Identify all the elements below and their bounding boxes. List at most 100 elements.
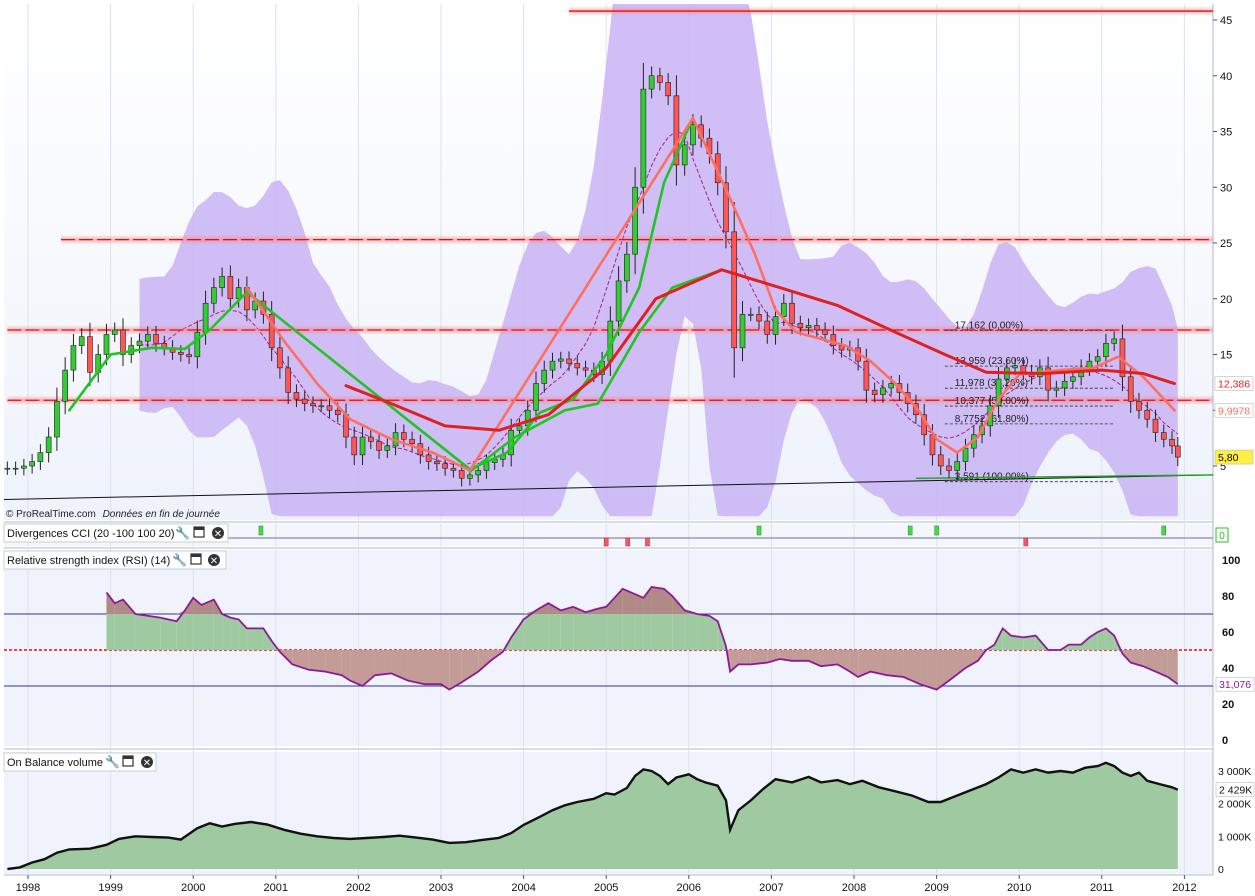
obv-tick-label: 2 000K [1218, 799, 1251, 811]
candle-body [888, 383, 894, 389]
candle-body [1152, 418, 1159, 433]
cci-title: Divergences CCI (20 -100 100 20) [7, 528, 175, 540]
candle-body [120, 329, 126, 355]
cci-bear-signal [645, 537, 650, 547]
candle-body [954, 461, 961, 471]
rsi-axis: 0 20 40 60 80 100 31,076 [1215, 555, 1255, 747]
candle-body [4, 467, 11, 470]
year-label: 1999 [98, 882, 122, 894]
obv-last-value: 2 429K [1219, 785, 1252, 797]
cci-bear-signal [603, 537, 609, 547]
candle-body [814, 325, 820, 331]
candle-body [1127, 376, 1134, 402]
candle-body [54, 401, 60, 438]
candle-body [367, 436, 374, 442]
candle-body [1174, 445, 1181, 458]
price-last-values: 12,386 9,9978 5,80 [1214, 376, 1254, 465]
candle-body [29, 461, 35, 467]
rsi-fill-segment [697, 614, 710, 650]
candle-body [1053, 387, 1060, 391]
svg-text:✕: ✕ [143, 758, 151, 769]
obv-title: On Balance volume [7, 757, 103, 769]
price-tick-label: 40 [1220, 71, 1232, 83]
candle-body [739, 314, 746, 349]
cci-bear-signal [625, 537, 630, 547]
svg-text:✕: ✕ [210, 556, 218, 567]
candle-body [1160, 432, 1167, 440]
candle-body [1103, 343, 1109, 358]
year-label: 2008 [842, 882, 866, 894]
rsi-fill-segment [160, 617, 177, 650]
candle-body [582, 367, 589, 371]
year-label: 2007 [759, 882, 783, 894]
candle-body [45, 436, 52, 453]
candle-body [425, 454, 432, 462]
candle-body [78, 336, 85, 346]
time-axis: 1998 1999 2000 2001 2002 2003 2004 2005 2006 2007… [16, 875, 1197, 894]
year-label: 2004 [511, 882, 535, 894]
candle-body [301, 398, 308, 404]
candle-body [574, 363, 581, 369]
rsi-tick-label: 20 [1222, 699, 1234, 711]
candle-body [178, 351, 184, 355]
candle-body [747, 314, 754, 316]
year-label: 2000 [181, 882, 205, 894]
wrench-icon[interactable]: 🔧 [175, 525, 190, 540]
candle-body [351, 436, 358, 456]
candle-body [690, 124, 696, 146]
watermark: © ProRealTime.com Données en fin de jour… [6, 509, 220, 520]
candle-body [277, 347, 283, 369]
candle-body [450, 467, 457, 471]
rsi-fill-segment [222, 614, 231, 650]
candle-body [657, 75, 663, 83]
candle-body [780, 302, 787, 317]
last-value-label: 5,80 [1218, 452, 1239, 464]
rsi-tick-label: 100 [1222, 555, 1240, 567]
candle-body [186, 354, 192, 358]
year-label: 2010 [1007, 882, 1031, 894]
candle-body [863, 360, 870, 391]
wrench-icon[interactable]: 🔧 [105, 754, 120, 769]
candle-body [624, 253, 630, 282]
rsi-last-value: 31,076 [1219, 679, 1251, 691]
candle-body [144, 334, 151, 342]
candle-body [1169, 438, 1175, 447]
candle-body [632, 186, 638, 255]
candle-body [640, 88, 647, 188]
price-tick-label: 30 [1220, 182, 1232, 194]
cci-bull-signal [1161, 525, 1166, 536]
rsi-fill-segment [374, 650, 392, 676]
candle-body [880, 387, 886, 395]
fib-label: 11,978 (38,20%) [955, 378, 1028, 389]
candle-body [401, 432, 407, 440]
price-tick-label: 45 [1220, 15, 1232, 27]
rsi-fill-segment [246, 628, 264, 650]
candle-body [194, 331, 201, 358]
rsi-fill-segment [920, 650, 937, 690]
last-value-label: 12,386 [1218, 379, 1250, 391]
year-label: 2001 [264, 882, 288, 894]
candle-body [533, 383, 539, 411]
rsi-fill-segment [792, 650, 809, 661]
candle-body [334, 409, 341, 416]
rsi-tick-label: 0 [1222, 735, 1228, 747]
rsi-overbought-fill [651, 587, 665, 614]
chart-canvas: 17,162 (0,00%)13,959 (23,60%)11,978 (38,… [3, 4, 1255, 894]
fib-label: 10,377 (50,00%) [955, 396, 1029, 407]
candle-body [1061, 380, 1068, 389]
candle-body [1012, 365, 1018, 369]
wrench-icon[interactable]: 🔧 [172, 552, 187, 567]
candle-body [153, 334, 159, 344]
year-label: 1998 [16, 882, 40, 894]
candle-body [227, 276, 234, 300]
svg-text:✕: ✕ [214, 529, 222, 540]
candle-body [615, 280, 622, 322]
year-label: 2003 [429, 882, 453, 894]
candle-body [789, 302, 795, 324]
obv-axis: 0 1 000K 2 000K 3 000K 2 429K [1215, 766, 1255, 876]
price-tick-label: 25 [1220, 238, 1232, 250]
candle-body [822, 329, 828, 335]
candle-body [541, 369, 548, 384]
candle-body [764, 320, 771, 335]
candle-body [12, 467, 19, 470]
